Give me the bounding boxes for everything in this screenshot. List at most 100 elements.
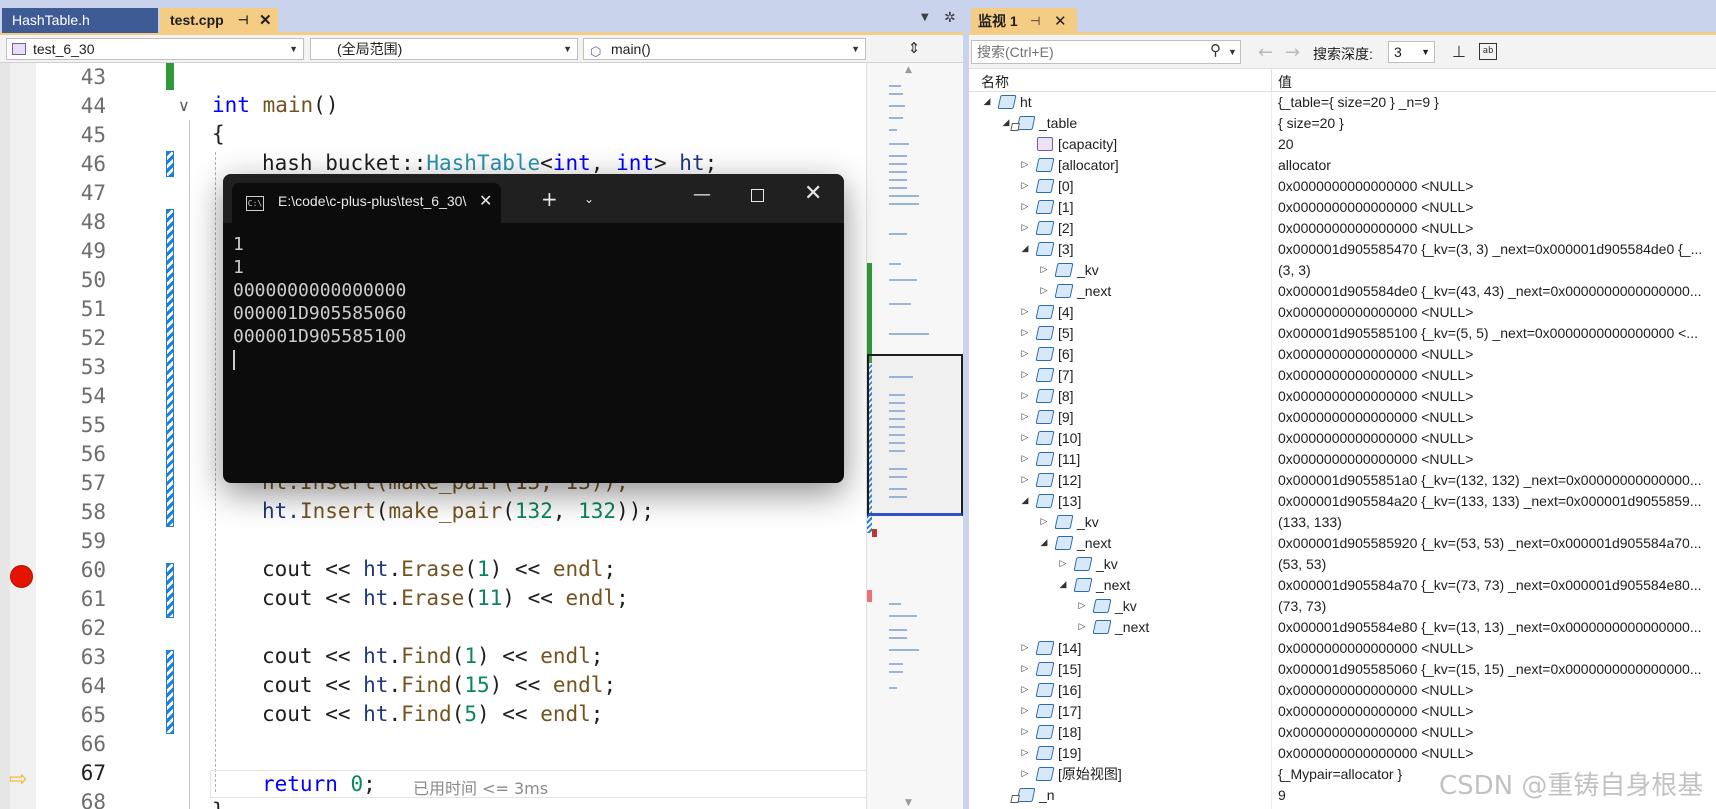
scroll-down-icon[interactable]: ▼: [905, 798, 912, 808]
collapsed-triangle-icon[interactable]: ▷: [1019, 701, 1031, 722]
watch-row[interactable]: ▷ [15] 0x000001d905585060 {_kv=(15, 15) …: [969, 659, 1716, 680]
collapsed-triangle-icon[interactable]: ▷: [1019, 302, 1031, 323]
close-icon[interactable]: ✕: [259, 8, 272, 33]
collapsed-triangle-icon[interactable]: ▷: [1019, 155, 1031, 176]
expanded-triangle-icon[interactable]: ◢: [981, 92, 993, 113]
code-line-61[interactable]: cout << ht.Erase(11) << endl;: [262, 586, 629, 610]
collapsed-triangle-icon[interactable]: ▷: [1019, 344, 1031, 365]
expanded-triangle-icon[interactable]: ◢: [1019, 239, 1031, 260]
watch-row[interactable]: ▷ [7] 0x0000000000000000 <NULL>: [969, 365, 1716, 386]
collapsed-triangle-icon[interactable]: ▷: [1019, 638, 1031, 659]
watch-row[interactable]: ▷ [4] 0x0000000000000000 <NULL>: [969, 302, 1716, 323]
code-line-67[interactable]: return 0;: [262, 772, 376, 796]
expanded-triangle-icon[interactable]: ◢: [1057, 575, 1069, 596]
arrow-right-icon[interactable]: →: [1285, 42, 1300, 63]
watch-row[interactable]: ▷ [allocator] allocator: [969, 155, 1716, 176]
watch-row[interactable]: ▷ [2] 0x0000000000000000 <NULL>: [969, 218, 1716, 239]
watch-row[interactable]: ▷ [0] 0x0000000000000000 <NULL>: [969, 176, 1716, 197]
watch-row[interactable]: ▷ [16] 0x0000000000000000 <NULL>: [969, 680, 1716, 701]
column-header-value[interactable]: 值: [1278, 72, 1292, 92]
watch-row[interactable]: ▷ _next 0x000001d905584e80 {_kv=(13, 13)…: [969, 617, 1716, 638]
collapsed-triangle-icon[interactable]: ▷: [1076, 617, 1088, 638]
maximize-icon[interactable]: [751, 189, 764, 202]
code-line-58[interactable]: ht.Insert(make_pair(132, 132));: [262, 499, 654, 523]
tab-test-cpp[interactable]: test.cpp ⊣ ✕: [160, 8, 278, 33]
tab-list-dropdown-icon[interactable]: ▼: [921, 12, 929, 23]
collapsed-triangle-icon[interactable]: ▷: [1076, 596, 1088, 617]
collapsed-triangle-icon[interactable]: ▷: [1019, 659, 1031, 680]
collapsed-triangle-icon[interactable]: ▷: [1019, 197, 1031, 218]
collapsed-triangle-icon[interactable]: ▷: [1019, 428, 1031, 449]
collapsed-triangle-icon[interactable]: ▷: [1019, 680, 1031, 701]
collapsed-triangle-icon[interactable]: ▷: [1019, 449, 1031, 470]
collapsed-triangle-icon[interactable]: ▷: [1019, 323, 1031, 344]
watch-search-input[interactable]: 搜索(Ctrl+E) ⚲ ▼: [971, 40, 1241, 64]
watch-row[interactable]: ▷ [6] 0x0000000000000000 <NULL>: [969, 344, 1716, 365]
gear-icon[interactable]: ✲: [944, 10, 956, 26]
watch-row[interactable]: ▷ _kv (73, 73): [969, 596, 1716, 617]
collapsed-triangle-icon[interactable]: ▷: [1019, 176, 1031, 197]
close-window-icon[interactable]: ✕: [804, 181, 822, 206]
tab-watch-1[interactable]: 监视 1 ⊣ ✕: [971, 8, 1077, 35]
collapsed-triangle-icon[interactable]: ▷: [1038, 260, 1050, 281]
code-line-63[interactable]: cout << ht.Find(1) << endl;: [262, 644, 603, 668]
watch-row[interactable]: ◢ ht {_table={ size=20 } _n=9 }: [969, 92, 1716, 113]
watch-row[interactable]: ◢ [3] 0x000001d905585470 {_kv=(3, 3) _ne…: [969, 239, 1716, 260]
watch-row[interactable]: ▷ _next 0x000001d905584de0 {_kv=(43, 43)…: [969, 281, 1716, 302]
watch-row[interactable]: ▷ _kv (53, 53): [969, 554, 1716, 575]
new-tab-plus-icon[interactable]: +: [541, 189, 558, 209]
terminal-output[interactable]: 1 1 0000000000000000 000001D905585060 00…: [233, 233, 833, 370]
breakpoint-margin[interactable]: [10, 63, 36, 809]
project-dropdown[interactable]: test_6_30 ▼: [6, 38, 304, 60]
pin-to-source-icon[interactable]: ⊥: [1452, 42, 1466, 61]
collapsed-triangle-icon[interactable]: ▷: [1019, 365, 1031, 386]
collapsed-triangle-icon[interactable]: ▷: [1019, 218, 1031, 239]
watch-row[interactable]: ◢ _table { size=20 }: [969, 113, 1716, 134]
collapsed-triangle-icon[interactable]: ▷: [1019, 470, 1031, 491]
collapsed-triangle-icon[interactable]: ▷: [1019, 764, 1031, 785]
scroll-up-icon[interactable]: ▲: [905, 65, 912, 75]
code-minimap[interactable]: ▲ ▼: [866, 63, 963, 809]
column-header-name[interactable]: 名称: [981, 72, 1009, 92]
expanded-triangle-icon[interactable]: ◢: [1038, 533, 1050, 554]
watch-row[interactable]: ◢ _next 0x000001d905584a70 {_kv=(73, 73)…: [969, 575, 1716, 596]
fold-toggle-icon[interactable]: ∨: [178, 96, 190, 115]
collapsed-triangle-icon[interactable]: ▷: [1038, 281, 1050, 302]
watch-row[interactable]: ▷ [10] 0x0000000000000000 <NULL>: [969, 428, 1716, 449]
close-icon[interactable]: ✕: [1054, 8, 1067, 35]
minimize-icon[interactable]: —: [693, 184, 711, 205]
watch-row[interactable]: ◢ [13] 0x000001d905584a20 {_kv=(133, 133…: [969, 491, 1716, 512]
hex-display-icon[interactable]: ab: [1479, 43, 1497, 60]
collapsed-triangle-icon[interactable]: ▷: [1038, 512, 1050, 533]
terminal-titlebar[interactable]: C:\ E:\code\c-plus-plus\test_6_30\ ✕ + ⌄…: [223, 174, 844, 223]
tab-hashtable-h[interactable]: HashTable.h: [2, 8, 158, 33]
watch-tree[interactable]: ◢ ht {_table={ size=20 } _n=9 } ◢ _table…: [969, 92, 1716, 809]
watch-row[interactable]: ▷ _kv (133, 133): [969, 512, 1716, 533]
watch-row[interactable]: ▷ _kv (3, 3): [969, 260, 1716, 281]
code-line-44[interactable]: int main(): [212, 93, 338, 117]
code-line-68[interactable]: }: [212, 799, 225, 809]
watch-row[interactable]: ▷ [17] 0x0000000000000000 <NULL>: [969, 701, 1716, 722]
chevron-down-icon[interactable]: ⌄: [584, 192, 594, 206]
column-separator[interactable]: [1271, 69, 1272, 93]
watch-row[interactable]: ▷ [1] 0x0000000000000000 <NULL>: [969, 197, 1716, 218]
expanded-triangle-icon[interactable]: ◢: [1019, 491, 1031, 512]
watch-row[interactable]: ◢ _next 0x000001d905585920 {_kv=(53, 53)…: [969, 533, 1716, 554]
collapsed-triangle-icon[interactable]: ▷: [1019, 743, 1031, 764]
search-depth-dropdown[interactable]: 3 ▼: [1388, 41, 1435, 63]
terminal-window[interactable]: C:\ E:\code\c-plus-plus\test_6_30\ ✕ + ⌄…: [223, 174, 844, 483]
code-line-45[interactable]: {: [212, 122, 225, 146]
code-line-46[interactable]: hash_bucket::HashTable<int, int> ht;: [262, 151, 717, 175]
collapsed-triangle-icon[interactable]: ▷: [1019, 386, 1031, 407]
watch-row[interactable]: ▷ [18] 0x0000000000000000 <NULL>: [969, 722, 1716, 743]
code-line-60[interactable]: cout << ht.Erase(1) << endl;: [262, 557, 616, 581]
pin-icon[interactable]: ⊣: [238, 8, 248, 33]
watch-row[interactable]: ▷ [9] 0x0000000000000000 <NULL>: [969, 407, 1716, 428]
code-line-64[interactable]: cout << ht.Find(15) << endl;: [262, 673, 616, 697]
watch-row[interactable]: ▷ [19] 0x0000000000000000 <NULL>: [969, 743, 1716, 764]
watch-row[interactable]: ▷ [11] 0x0000000000000000 <NULL>: [969, 449, 1716, 470]
code-line-65[interactable]: cout << ht.Find(5) << endl;: [262, 702, 603, 726]
arrow-left-icon[interactable]: ←: [1258, 42, 1273, 63]
chevron-down-icon[interactable]: ▼: [1228, 41, 1237, 63]
split-editor-icon[interactable]: ⇕: [872, 39, 956, 59]
